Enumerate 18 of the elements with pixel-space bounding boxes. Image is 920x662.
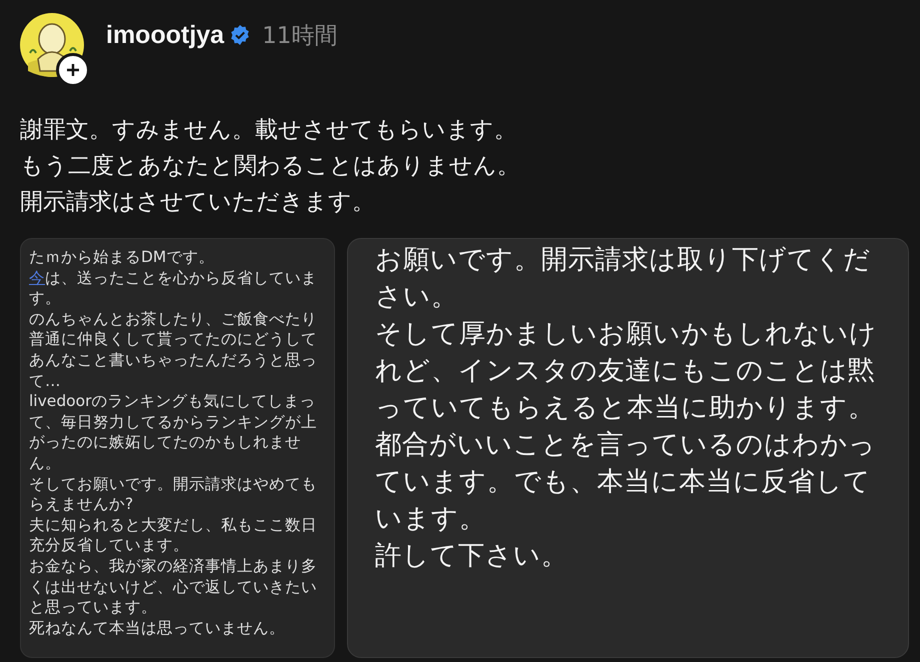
message-text: そしてお願いです。開示請求はやめてもらえませんか? bbox=[29, 474, 318, 515]
message-text: そして厚かましいお願いかもしれないけれど、インスタの友達にもこのことは黙っていてもらえると本当に助かります。 bbox=[375, 317, 878, 425]
message-text: 今は、送ったことを心から反省しています。 bbox=[29, 268, 317, 308]
message-text: 許して下さい。 bbox=[375, 539, 569, 573]
message-text: livedoorのランキングも気にしてしまって、毎日努力してるからランキングが上がったのに嫉妬してたのかもしれません。 bbox=[29, 391, 318, 474]
message-text: たｍから始まるDMです。 bbox=[29, 247, 216, 268]
message-text: 都合がいいことを言っているのはわかっています。でも、本当に本当に反省しています。 bbox=[375, 428, 877, 536]
caption-line: 開示請求はさせていただきます。 bbox=[20, 188, 376, 217]
message-text: 夫に知られると大変だし、私もここ数日充分反省しています。 bbox=[29, 514, 318, 556]
username[interactable]: imoootjya bbox=[106, 20, 224, 50]
message-text: お金なら、我が家の経済事情上あまり多くは出せないけど、心で返していきたいと思っています。 bbox=[29, 556, 318, 618]
caption-line: もう二度とあなたと関わることはありません。 bbox=[20, 152, 521, 181]
message-link[interactable]: 今 bbox=[29, 268, 45, 287]
caption-line: 謝罪文。すみません。載せさせてもらいます。 bbox=[20, 116, 518, 145]
post-time: 11時間 bbox=[262, 22, 338, 50]
message-text: のんちゃんとお茶したり、ご飯食べたり普通に仲良くして貰ってたのにどうしてあんなこと書いちゃったんだろうと思って… bbox=[29, 308, 318, 392]
message-text: お願いです。開示請求は取り下げてください。 bbox=[375, 243, 872, 314]
message-text: 死ねなんて本当は思っていません。 bbox=[29, 618, 286, 638]
